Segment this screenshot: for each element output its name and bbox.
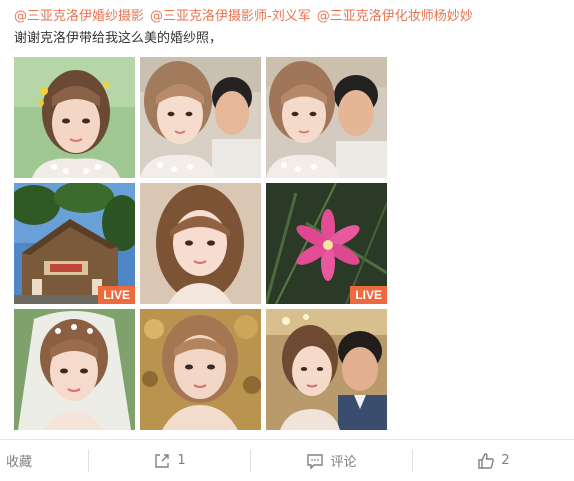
photo-thumbnail-8[interactable] xyxy=(140,309,261,430)
couple-selfie-image xyxy=(266,309,387,430)
couple-selfie-image xyxy=(266,57,387,178)
live-badge: LIVE xyxy=(350,286,387,304)
mention-makeup-artist[interactable]: @三亚克洛伊化妆师杨妙妙 xyxy=(317,9,473,24)
bride-portrait-image xyxy=(14,309,135,430)
comment-label: 评论 xyxy=(330,455,357,470)
photo-thumbnail-7[interactable] xyxy=(14,309,135,430)
comment-button[interactable]: 评论 xyxy=(251,440,412,481)
bride-portrait-image xyxy=(14,57,135,178)
favorite-label: 收藏 xyxy=(6,455,33,470)
repost-button[interactable]: 1 xyxy=(89,440,250,481)
photo-thumbnail-4[interactable]: LIVE xyxy=(14,183,135,304)
bride-portrait-image xyxy=(140,183,261,304)
photo-thumbnail-3[interactable] xyxy=(266,57,387,178)
photo-thumbnail-1[interactable] xyxy=(14,57,135,178)
repost-count: 1 xyxy=(177,453,186,468)
photo-thumbnail-9[interactable] xyxy=(266,309,387,430)
bride-portrait-image xyxy=(140,309,261,430)
couple-selfie-image xyxy=(140,57,261,178)
post-body-text: 谢谢克洛伊带给我这么美的婚纱照， xyxy=(14,31,223,46)
comment-icon xyxy=(307,453,324,470)
repost-icon xyxy=(155,453,170,468)
photo-thumbnail-2[interactable] xyxy=(140,57,261,178)
photo-thumbnail-6[interactable]: LIVE xyxy=(266,183,387,304)
mention-line: @三亚克洛伊婚纱摄影 @三亚克洛伊摄影师-刘义军 @三亚克洛伊化妆师杨妙妙 xyxy=(14,6,566,28)
action-bar: 收藏 1 评论 2 xyxy=(0,440,574,481)
live-badge: LIVE xyxy=(98,286,135,304)
mention-studio[interactable]: @三亚克洛伊婚纱摄影 xyxy=(14,9,144,24)
photo-grid: LIVE LIVE xyxy=(14,57,387,430)
like-button[interactable]: 2 xyxy=(413,440,574,481)
like-count: 2 xyxy=(501,453,510,468)
photo-thumbnail-5[interactable] xyxy=(140,183,261,304)
mention-photographer[interactable]: @三亚克洛伊摄影师-刘义军 xyxy=(150,9,311,24)
favorite-button[interactable]: 收藏 xyxy=(0,440,88,481)
post-text: @三亚克洛伊婚纱摄影 @三亚克洛伊摄影师-刘义军 @三亚克洛伊化妆师杨妙妙 谢谢克洛… xyxy=(14,6,566,50)
thumbs-up-icon xyxy=(478,452,495,469)
